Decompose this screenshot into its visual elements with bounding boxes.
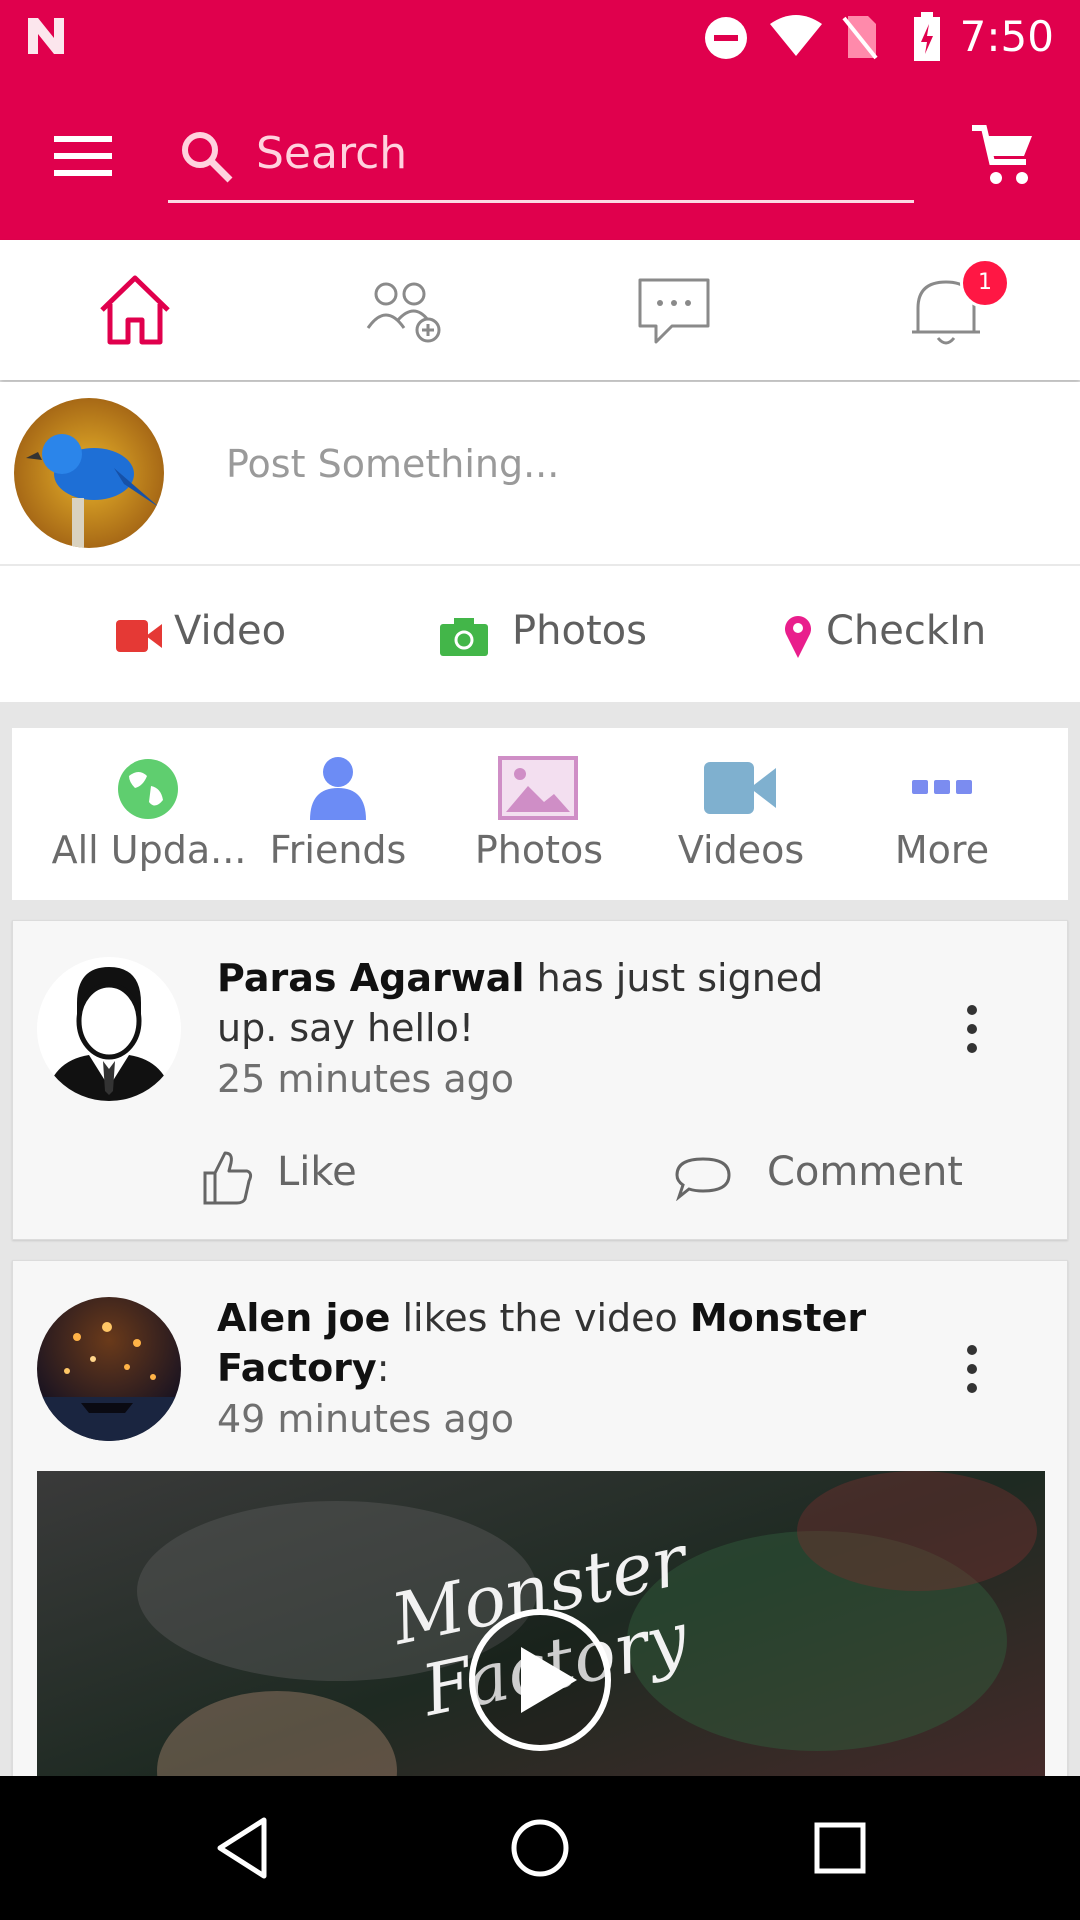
checkin-label: CheckIn (826, 608, 987, 654)
photos-label: Photos (512, 608, 647, 654)
notification-badge: 1 (960, 258, 1010, 308)
filter-label: More (894, 828, 990, 872)
like-label: Like (277, 1149, 357, 1195)
comment-button[interactable]: Comment (675, 1149, 975, 1209)
lanterns-photo (37, 1297, 181, 1441)
user-avatar[interactable] (14, 398, 164, 548)
home-icon (100, 275, 170, 345)
filter-friends[interactable]: Friends (238, 728, 438, 900)
tab-friends[interactable] (270, 240, 540, 380)
timestamp: 49 minutes ago (217, 1397, 514, 1441)
feed-card: Alen joe likes the video Monster Factory… (12, 1260, 1068, 1822)
more-options-icon[interactable] (967, 1005, 977, 1062)
tab-notifications[interactable]: 1 (810, 240, 1080, 380)
globe-icon (118, 759, 178, 819)
person-silhouette-icon (37, 957, 181, 1101)
feed-card: Paras Agarwal has just signed up. say he… (12, 920, 1068, 1240)
status-bar: 7:50 (0, 0, 1080, 74)
feed-message-end: : (376, 1346, 390, 1390)
video-icon (704, 762, 776, 814)
home-nav-icon[interactable] (510, 1818, 570, 1878)
feed-filters: All Upda... Friends Photos Videos More (12, 728, 1068, 900)
feed-message: likes the video (390, 1296, 690, 1340)
messages-icon (638, 278, 710, 344)
user-name-link[interactable]: Paras Agarwal (217, 956, 524, 1000)
wifi-icon (770, 15, 822, 56)
timestamp: 25 minutes ago (217, 1057, 514, 1101)
menu-icon[interactable] (54, 134, 112, 178)
video-label: Video (174, 608, 287, 654)
search-icon (182, 132, 233, 183)
filter-label: All Upda... (51, 828, 247, 872)
do-not-disturb-icon (705, 17, 747, 59)
tab-messages[interactable] (540, 240, 810, 380)
filter-all-updates[interactable]: All Upda... (36, 728, 262, 900)
tab-home[interactable] (0, 240, 270, 380)
n-logo-icon (28, 18, 64, 54)
system-nav-bar (0, 1776, 1080, 1920)
filter-label: Friends (269, 828, 407, 872)
bluebird-photo (14, 398, 164, 548)
comment-label: Comment (767, 1149, 963, 1195)
user-name-link[interactable]: Alen joe (217, 1296, 390, 1340)
filter-more[interactable]: More (842, 728, 1042, 900)
recents-icon[interactable] (814, 1822, 866, 1874)
location-pin-icon (785, 616, 811, 658)
filter-label: Photos (474, 828, 604, 872)
no-sim-icon (842, 16, 878, 60)
image-icon (498, 756, 578, 820)
search-input[interactable]: Search (168, 116, 914, 203)
search-placeholder: Search (256, 128, 408, 179)
play-icon[interactable] (465, 1605, 615, 1755)
video-camera-icon (116, 620, 162, 652)
feed-text: Paras Agarwal has just signed up. say he… (217, 953, 877, 1053)
user-avatar[interactable] (37, 957, 181, 1101)
feed-text: Alen joe likes the video Monster Factory… (217, 1293, 877, 1393)
comment-icon (675, 1157, 731, 1201)
filter-label: Videos (677, 828, 805, 872)
more-icon (912, 780, 972, 794)
cart-icon[interactable] (970, 122, 1036, 188)
thumbs-up-icon (203, 1151, 253, 1205)
video-thumbnail[interactable]: Monster Factory (37, 1471, 1045, 1821)
filter-photos[interactable]: Photos (438, 728, 640, 900)
camera-icon (440, 618, 488, 656)
battery-charging-icon (914, 12, 940, 61)
composer-divider (0, 564, 1080, 566)
tab-bar: 1 (0, 240, 1080, 380)
friends-add-icon (366, 282, 441, 343)
post-composer: Post Something... Video Photos CheckIn (0, 382, 1080, 702)
user-avatar[interactable] (37, 1297, 181, 1441)
filter-videos[interactable]: Videos (640, 728, 842, 900)
back-icon[interactable] (214, 1816, 270, 1880)
post-input[interactable]: Post Something... (226, 442, 559, 486)
more-options-icon[interactable] (967, 1345, 977, 1402)
person-icon (310, 757, 366, 820)
clock: 7:50 (959, 12, 1054, 61)
like-button[interactable]: Like (201, 1149, 381, 1209)
